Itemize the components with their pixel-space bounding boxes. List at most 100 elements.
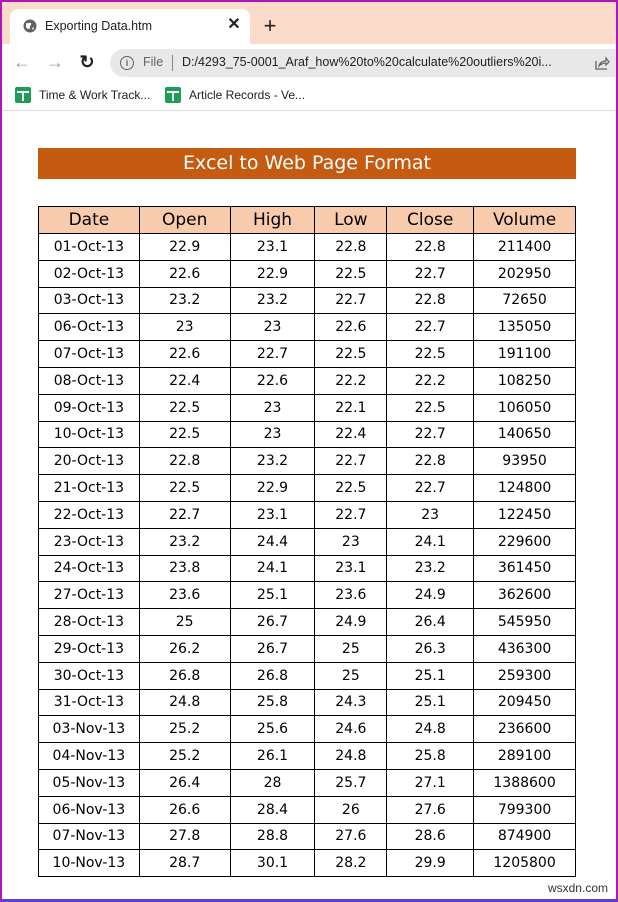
cell-volume: 209450 [473, 688, 576, 717]
table-row: 08-Oct-13 22.4 22.6 22.2 22.2 108250 [38, 366, 576, 395]
cell-low: 22.7 [314, 500, 388, 529]
cell-low: 22.5 [314, 340, 388, 368]
globe-icon [23, 19, 37, 33]
cell-low: 22.7 [314, 286, 388, 315]
table-row: 01-Oct-13 22.9 23.1 22.8 22.8 211400 [38, 233, 576, 261]
cell-open: 22.6 [138, 340, 231, 368]
cell-high: 23 [229, 393, 316, 422]
cell-low: 27.6 [314, 822, 388, 851]
cell-date: 20-Oct-13 [38, 447, 140, 476]
cell-close: 27.6 [386, 795, 475, 824]
cell-close: 24.1 [386, 527, 475, 556]
cell-date: 06-Oct-13 [38, 313, 140, 342]
share-icon[interactable] [594, 55, 610, 71]
new-tab-button[interactable]: + [259, 15, 281, 37]
cell-date: 10-Oct-13 [38, 420, 140, 449]
cell-low: 24.8 [314, 742, 388, 770]
reload-button[interactable]: ↻ [75, 50, 99, 74]
cell-open: 26.4 [138, 768, 231, 797]
cell-volume: 229600 [473, 527, 576, 556]
cell-low: 28.2 [314, 849, 388, 878]
cell-date: 07-Nov-13 [38, 822, 140, 851]
cell-date: 09-Oct-13 [38, 393, 140, 422]
cell-close: 28.6 [386, 822, 475, 851]
header-open: Open [138, 206, 231, 234]
cell-low: 22.6 [314, 313, 388, 342]
cell-high: 23.1 [229, 233, 316, 261]
cell-close: 22.8 [386, 447, 475, 476]
table-row: 31-Oct-13 24.8 25.8 24.3 25.1 209450 [38, 688, 576, 717]
table-row: 03-Nov-13 25.2 25.6 24.6 24.8 236600 [38, 715, 576, 744]
cell-high: 23.1 [229, 500, 316, 529]
cell-date: 06-Nov-13 [38, 795, 140, 824]
bookmark-label: Article Records - Ve... [189, 88, 306, 102]
table-row: 06-Nov-13 26.6 28.4 26 27.6 799300 [38, 795, 576, 824]
cell-open: 23.2 [138, 527, 231, 556]
cell-low: 25.7 [314, 768, 388, 797]
cell-volume: 108250 [473, 366, 576, 395]
table-row: 04-Nov-13 25.2 26.1 24.8 25.8 289100 [38, 742, 576, 770]
back-button[interactable]: ← [10, 50, 34, 74]
cell-volume: 436300 [473, 634, 576, 663]
cell-low: 22.2 [314, 366, 388, 395]
cell-low: 22.1 [314, 393, 388, 422]
cell-low: 24.9 [314, 608, 388, 636]
cell-volume: 124800 [473, 474, 576, 502]
cell-open: 25.2 [138, 742, 231, 770]
info-icon[interactable]: i [120, 56, 134, 70]
url-text[interactable]: D:/4293_75-0001_Araf_how%20to%20calculat… [182, 55, 587, 69]
cell-open: 22.5 [138, 474, 231, 502]
cell-date: 03-Oct-13 [38, 286, 140, 315]
cell-close: 22.8 [386, 286, 475, 315]
address-bar[interactable]: i File D:/4293_75-0001_Araf_how%20to%20c… [110, 49, 618, 77]
cell-low: 26 [314, 795, 388, 824]
table-body: 01-Oct-13 22.9 23.1 22.8 22.8 211400 02-Oct-13… [38, 233, 576, 878]
cell-open: 28.7 [138, 849, 231, 878]
close-tab-icon[interactable]: ✕ [224, 15, 244, 35]
cell-close: 24.9 [386, 581, 475, 610]
bookmark-article-records[interactable]: Article Records - Ve... [165, 86, 305, 104]
cell-high: 28 [229, 768, 316, 797]
cell-high: 22.6 [229, 366, 316, 395]
forward-button[interactable]: → [43, 50, 67, 74]
table-row: 07-Nov-13 27.8 28.8 27.6 28.6 874900 [38, 822, 576, 851]
cell-high: 26.7 [229, 634, 316, 663]
cell-volume: 211400 [473, 233, 576, 261]
bookmark-time-work-tracker[interactable]: Time & Work Track... [15, 86, 150, 104]
cell-volume: 874900 [473, 822, 576, 851]
table-row: 06-Oct-13 23 23 22.6 22.7 135050 [38, 313, 576, 342]
cell-close: 22.7 [386, 259, 475, 288]
table-row: 07-Oct-13 22.6 22.7 22.5 22.5 191100 [38, 340, 576, 368]
cell-close: 23.2 [386, 554, 475, 583]
cell-low: 25 [314, 634, 388, 663]
google-sheets-icon [15, 87, 31, 103]
cell-open: 26.2 [138, 634, 231, 663]
browser-tab[interactable]: Exporting Data.htm ✕ [10, 9, 250, 44]
cell-date: 03-Nov-13 [38, 715, 140, 744]
table-row: 21-Oct-13 22.5 22.9 22.5 22.7 124800 [38, 474, 576, 502]
cell-date: 05-Nov-13 [38, 768, 140, 797]
table-row: 20-Oct-13 22.8 23.2 22.7 22.8 93950 [38, 447, 576, 476]
cell-high: 28.8 [229, 822, 316, 851]
cell-high: 24.4 [229, 527, 316, 556]
table-header-row: Date Open High Low Close Volume [38, 206, 576, 234]
cell-close: 22.7 [386, 420, 475, 449]
cell-open: 23.6 [138, 581, 231, 610]
cell-volume: 122450 [473, 500, 576, 529]
cell-volume: 1205800 [473, 849, 576, 878]
cell-close: 25.1 [386, 688, 475, 717]
cell-close: 23 [386, 500, 475, 529]
cell-open: 22.5 [138, 420, 231, 449]
cell-open: 22.9 [138, 233, 231, 261]
cell-volume: 72650 [473, 286, 576, 315]
table-row: 10-Nov-13 28.7 30.1 28.2 29.9 1205800 [38, 849, 576, 878]
cell-high: 23.2 [229, 286, 316, 315]
cell-high: 23 [229, 313, 316, 342]
page-title-banner: Excel to Web Page Format [38, 148, 576, 179]
cell-low: 23.1 [314, 554, 388, 583]
table-row: 23-Oct-13 23.2 24.4 23 24.1 229600 [38, 527, 576, 556]
table-row: 28-Oct-13 25 26.7 24.9 26.4 545950 [38, 608, 576, 636]
cell-high: 23.2 [229, 447, 316, 476]
cell-low: 22.5 [314, 474, 388, 502]
table-row: 02-Oct-13 22.6 22.9 22.5 22.7 202950 [38, 259, 576, 288]
